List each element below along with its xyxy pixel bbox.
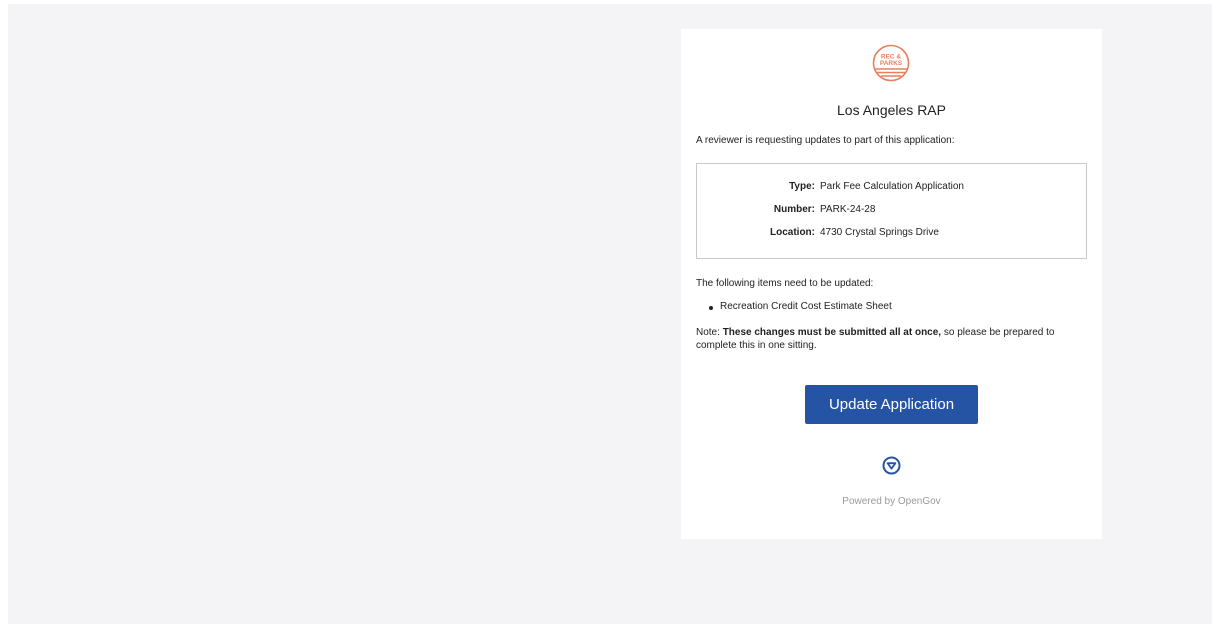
detail-row-number: Number: PARK-24-28: [697, 204, 1086, 218]
opengov-logo-icon: [882, 456, 901, 475]
svg-text:PARKS: PARKS: [880, 60, 903, 67]
intro-text: A reviewer is requesting updates to part…: [696, 135, 955, 146]
update-application-button[interactable]: Update Application: [805, 385, 978, 424]
number-value: PARK-24-28: [820, 204, 876, 215]
rec-parks-logo: REC & PARKS: [872, 44, 910, 82]
items-list: Recreation Credit Cost Estimate Sheet: [708, 301, 892, 312]
page-background: REC & PARKS Los Angeles RAP A reviewer i…: [8, 4, 1212, 624]
note-bold: These changes must be submitted all at o…: [722, 327, 942, 338]
number-label: Number:: [773, 204, 815, 215]
type-label: Type:: [789, 181, 815, 192]
list-item: Recreation Credit Cost Estimate Sheet: [708, 301, 892, 312]
location-label: Location:: [770, 227, 815, 238]
powered-by-text: Powered by OpenGov: [842, 496, 941, 507]
items-heading: The following items need to be updated:: [696, 278, 874, 289]
note-text: Note: These changes must be submitted al…: [696, 326, 1088, 352]
note-prefix: Note:: [696, 327, 723, 338]
org-name: Los Angeles RAP: [837, 102, 946, 118]
type-value: Park Fee Calculation Application: [820, 181, 964, 192]
detail-row-type: Type: Park Fee Calculation Application: [697, 181, 1086, 195]
detail-row-location: Location: 4730 Crystal Springs Drive: [697, 227, 1086, 241]
notification-card: REC & PARKS Los Angeles RAP A reviewer i…: [681, 29, 1102, 539]
application-details: Type: Park Fee Calculation Application N…: [696, 163, 1087, 259]
location-value: 4730 Crystal Springs Drive: [820, 227, 939, 238]
